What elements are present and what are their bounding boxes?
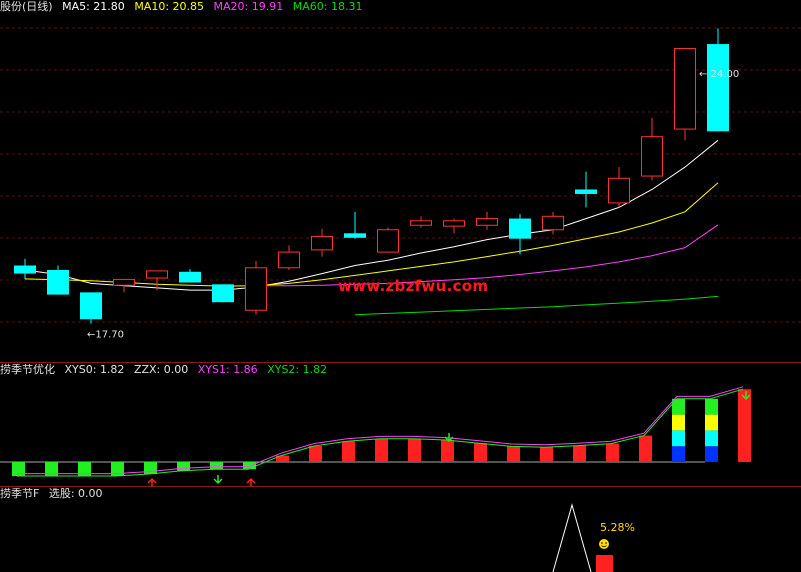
down-arrow-icon (213, 475, 223, 485)
candle-body (212, 284, 234, 303)
selector-panel[interactable]: 5.28% 捞季节F 选股: 0.00 (0, 487, 801, 572)
ma5-readout: MA5: 21.80 (62, 0, 125, 13)
signal-percent-label: 5.28% (600, 521, 635, 534)
indicator-bar (639, 435, 652, 462)
candle-body (443, 220, 465, 227)
indicator-bar (606, 443, 619, 462)
indicator-bar-segment (672, 446, 685, 462)
indicator-bar (738, 389, 751, 462)
candle-body (179, 271, 201, 283)
low-price-label: ←17.70 (87, 330, 124, 341)
xuangu-readout: 选股: 0.00 (48, 487, 103, 500)
selector-header: 捞季节F 选股: 0.00 (0, 487, 109, 501)
xys2-readout: XYS2: 1.82 (267, 363, 328, 376)
candle-body (14, 265, 36, 274)
signal-peak-line (552, 503, 592, 572)
ma10-readout: MA10: 20.85 (134, 0, 205, 13)
price-chart-panel[interactable]: ← 24.00 ←17.70 股份(日线) MA5: 21.80 MA10: 20… (0, 0, 801, 362)
candle-body (542, 215, 564, 231)
indicator-bar (375, 438, 388, 462)
indicator-bar-segment (672, 430, 685, 447)
indicator-bar-segment (672, 398, 685, 415)
smiley-eye (605, 542, 607, 544)
xys1-readout: XYS1: 1.86 (197, 363, 258, 376)
indicator-bar (210, 462, 223, 470)
candle-body (245, 267, 267, 311)
price-chart-header: 股份(日线) MA5: 21.80 MA10: 20.85 MA20: 19.9… (0, 0, 368, 14)
smiley-eye (601, 542, 603, 544)
indicator-bar-segment (705, 398, 718, 415)
candle-body (113, 278, 135, 286)
ma20-readout: MA20: 19.91 (213, 0, 284, 13)
ma60-line (354, 295, 719, 316)
candle-body (311, 235, 333, 251)
candle-body (146, 270, 168, 279)
chart-title: 股份(日线) (0, 0, 53, 13)
indicator-bar (441, 440, 454, 462)
indicator-bar (408, 438, 421, 462)
indicator-bar (474, 443, 487, 462)
smiley-icon (599, 539, 609, 549)
candle-body (707, 44, 729, 132)
ma60-readout: MA60: 18.31 (292, 0, 363, 13)
indicator-bar (507, 446, 520, 462)
selector-chart[interactable]: 5.28% (0, 487, 801, 572)
candle-body (608, 177, 630, 204)
candle-body (476, 218, 498, 226)
xys2-line (17, 388, 744, 477)
candle-body (47, 270, 69, 295)
indicator-bar-segment (672, 414, 685, 431)
indicator-bar (573, 445, 586, 462)
ma5-line (24, 139, 719, 291)
indicator-bar-segment (705, 446, 718, 462)
indicator-title: 捞季节优化 (0, 363, 55, 376)
candle-body (278, 251, 300, 269)
indicator-bar-segment (705, 414, 718, 431)
xys0-readout: XYS0: 1.82 (64, 363, 125, 376)
indicator-header: 捞季节优化 XYS0: 1.82 ZZX: 0.00 XYS1: 1.86 XY… (0, 363, 333, 377)
indicator-bar (540, 447, 553, 462)
indicator-bar-segment (705, 430, 718, 447)
indicator-bar (342, 441, 355, 462)
candlestick-chart[interactable]: ← 24.00 ←17.70 (0, 0, 801, 362)
up-arrow-icon (147, 477, 157, 486)
candle-body (377, 229, 399, 253)
candle-body (674, 48, 696, 130)
watermark: www.zbzfwu.com (338, 277, 489, 295)
indicator-panel[interactable]: 捞季节优化 XYS0: 1.82 ZZX: 0.00 XYS1: 1.86 XY… (0, 363, 801, 486)
candle-body (344, 233, 366, 238)
candle-body (410, 220, 432, 226)
candle-body (509, 218, 531, 239)
zzx-readout: ZZX: 0.00 (133, 363, 189, 376)
signal-bar (596, 555, 613, 572)
indicator-bar (309, 446, 322, 462)
up-arrow-icon (246, 477, 256, 486)
indicator-chart[interactable] (0, 363, 801, 486)
candle-body (80, 292, 102, 320)
candle-body (575, 189, 597, 194)
high-price-label: ← 24.00 (699, 69, 739, 80)
selector-title: 捞季节F (0, 487, 40, 500)
candle-body (641, 136, 663, 177)
indicator-bar (177, 462, 190, 471)
